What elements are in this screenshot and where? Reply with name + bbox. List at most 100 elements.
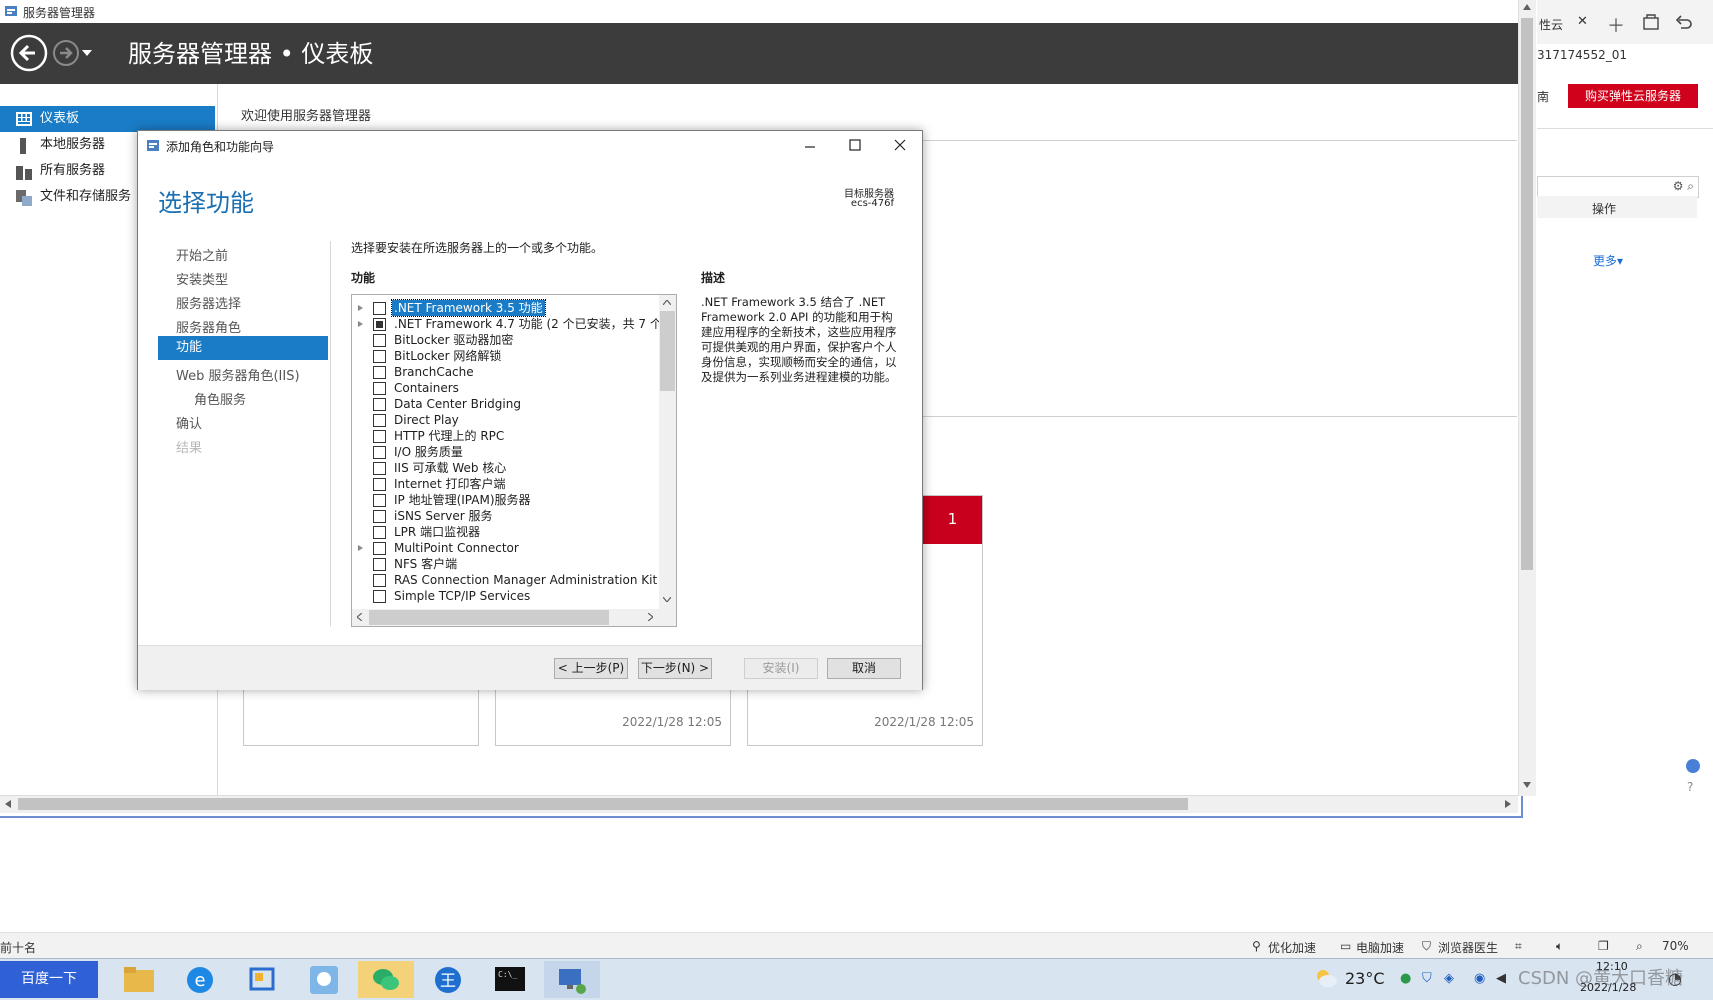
undo-icon[interactable]: [1675, 13, 1693, 31]
feature-checkbox[interactable]: [373, 382, 386, 395]
back-arrow-icon[interactable]: [10, 34, 48, 72]
feature-row[interactable]: Simple TCP/IP Services: [352, 588, 662, 604]
zoom-icon[interactable]: ⌕: [1636, 939, 1643, 954]
close-icon[interactable]: [894, 139, 906, 151]
feature-checkbox[interactable]: [373, 366, 386, 379]
close-tab-icon[interactable]: ✕: [1577, 14, 1588, 29]
shield-tray-icon[interactable]: ⛉: [1422, 971, 1432, 986]
restore-tabs-icon[interactable]: [1643, 14, 1659, 30]
question-icon[interactable]: ?: [1687, 780, 1693, 794]
feature-checkbox[interactable]: [373, 350, 386, 363]
horizontal-scrollbar[interactable]: [0, 795, 1518, 813]
wizard-step-confirmation[interactable]: 确认: [176, 413, 202, 432]
scroll-down-icon[interactable]: [663, 597, 671, 602]
forward-arrow-icon[interactable]: [52, 39, 80, 67]
security-tray-icon[interactable]: ◈: [1444, 971, 1454, 986]
feature-row[interactable]: Containers: [352, 380, 662, 396]
feature-row[interactable]: IIS 可承载 Web 核心: [352, 460, 662, 476]
expand-arrow-icon[interactable]: [358, 545, 363, 551]
feature-row[interactable]: Internet 打印客户端: [352, 476, 662, 492]
scroll-up-icon[interactable]: [1523, 4, 1531, 10]
feature-row[interactable]: Data Center Bridging: [352, 396, 662, 412]
wizard-step-features[interactable]: 功能: [158, 336, 328, 360]
wizard-step-server-selection[interactable]: 服务器选择: [176, 293, 241, 312]
search-icon[interactable]: ⚙ ⌕: [1673, 179, 1694, 194]
feature-checkbox[interactable]: [373, 542, 386, 555]
feature-row[interactable]: RAS Connection Manager Administration Ki…: [352, 572, 674, 588]
sidebar-item-dashboard[interactable]: 仪表板: [0, 106, 215, 132]
scroll-left-icon[interactable]: [5, 800, 11, 808]
taskbar-app-cmd[interactable]: C:\_: [482, 961, 538, 998]
wizard-step-server-roles[interactable]: 服务器角色: [176, 317, 241, 336]
taskbar-app-wang[interactable]: 王: [420, 961, 476, 998]
feature-row[interactable]: BranchCache: [352, 364, 662, 380]
minimize-icon[interactable]: [804, 139, 816, 151]
feature-row[interactable]: BitLocker 网络解锁: [352, 348, 662, 364]
scroll-left-icon[interactable]: [357, 613, 362, 621]
new-tab-icon[interactable]: ＋: [1607, 12, 1625, 38]
feature-checkbox[interactable]: [373, 414, 386, 427]
feature-row[interactable]: .NET Framework 3.5 功能: [352, 299, 662, 317]
scroll-right-icon[interactable]: [648, 613, 653, 621]
next-button[interactable]: 下一步(N) >: [638, 658, 712, 679]
tree-hscroll-thumb[interactable]: [369, 610, 609, 625]
taskbar-app-remote[interactable]: [296, 961, 352, 998]
feature-checkbox[interactable]: [373, 398, 386, 411]
feature-checkbox[interactable]: [373, 558, 386, 571]
taskbar-app-file-explorer[interactable]: [110, 961, 166, 998]
wechat-tray-icon[interactable]: ●: [1400, 971, 1411, 986]
history-dropdown-icon[interactable]: [82, 50, 92, 56]
link-fragment[interactable]: 南: [1537, 88, 1549, 105]
zoom-level[interactable]: 70%: [1662, 939, 1689, 953]
alert-badge[interactable]: 1: [923, 496, 982, 544]
feature-checkbox[interactable]: [373, 334, 386, 347]
network-tray-icon[interactable]: ◉: [1474, 971, 1485, 986]
browser-tab-label[interactable]: 性云: [1539, 16, 1563, 33]
feature-row[interactable]: LPR 端口监视器: [352, 524, 662, 540]
tree-scroll-thumb[interactable]: [660, 311, 675, 391]
taskbar-app-window[interactable]: [234, 961, 290, 998]
feature-checkbox[interactable]: [373, 318, 386, 331]
feature-row[interactable]: Direct Play: [352, 412, 662, 428]
previous-button[interactable]: < 上一步(P): [554, 658, 628, 679]
scrollbar-thumb[interactable]: [18, 798, 1188, 810]
feature-row[interactable]: NFS 客户端: [352, 556, 662, 572]
feature-checkbox[interactable]: [373, 574, 386, 587]
feature-row[interactable]: HTTP 代理上的 RPC: [352, 428, 662, 444]
feature-checkbox[interactable]: [373, 494, 386, 507]
more-link[interactable]: 更多▾: [1593, 252, 1623, 269]
taskbar-app-wechat[interactable]: [358, 961, 414, 998]
taskbar-app-rdp[interactable]: [544, 961, 600, 998]
scroll-up-icon[interactable]: [663, 300, 671, 305]
weather-temperature[interactable]: 23°C: [1345, 969, 1385, 988]
feature-row[interactable]: IP 地址管理(IPAM)服务器: [352, 492, 662, 508]
feature-checkbox[interactable]: [373, 430, 386, 443]
baidu-search-button[interactable]: 百度一下: [0, 961, 98, 998]
scroll-down-icon[interactable]: [1523, 782, 1531, 788]
screenshot-icon[interactable]: ⌗: [1515, 939, 1522, 954]
expand-arrow-icon[interactable]: [358, 321, 363, 327]
feature-row[interactable]: .NET Framework 4.7 功能 (2 个已安装，共 7 个): [352, 316, 667, 332]
feature-checkbox[interactable]: [373, 478, 386, 491]
status-left-text[interactable]: 前十名: [0, 939, 36, 956]
taskbar-app-ie[interactable]: e: [172, 961, 228, 998]
maximize-icon[interactable]: [849, 139, 861, 151]
wizard-step-role-services[interactable]: 角色服务: [194, 389, 246, 408]
feature-checkbox[interactable]: [373, 302, 386, 315]
feature-row[interactable]: MultiPoint Connector: [352, 540, 662, 556]
feature-row[interactable]: iSNS Server 服务: [352, 508, 662, 524]
feature-checkbox[interactable]: [373, 462, 386, 475]
feature-row[interactable]: BitLocker 驱动器加密: [352, 332, 662, 348]
help-icon[interactable]: [1685, 758, 1701, 774]
volume-icon[interactable]: 🔈︎: [1556, 939, 1563, 954]
cancel-button[interactable]: 取消: [827, 658, 901, 679]
status-pc-speed[interactable]: 电脑加速: [1356, 939, 1404, 956]
wizard-step-before-you-begin[interactable]: 开始之前: [176, 245, 228, 264]
features-tree[interactable]: .NET Framework 3.5 功能 .NET Framework 4.7…: [351, 294, 677, 627]
feature-checkbox[interactable]: [373, 446, 386, 459]
expand-arrow-icon[interactable]: [358, 305, 363, 311]
vertical-scrollbar[interactable]: [1518, 0, 1536, 796]
buy-elastic-server-button[interactable]: 购买弹性云服务器: [1568, 84, 1698, 108]
search-box[interactable]: ⚙ ⌕: [1537, 176, 1699, 198]
feature-row[interactable]: I/O 服务质量: [352, 444, 662, 460]
